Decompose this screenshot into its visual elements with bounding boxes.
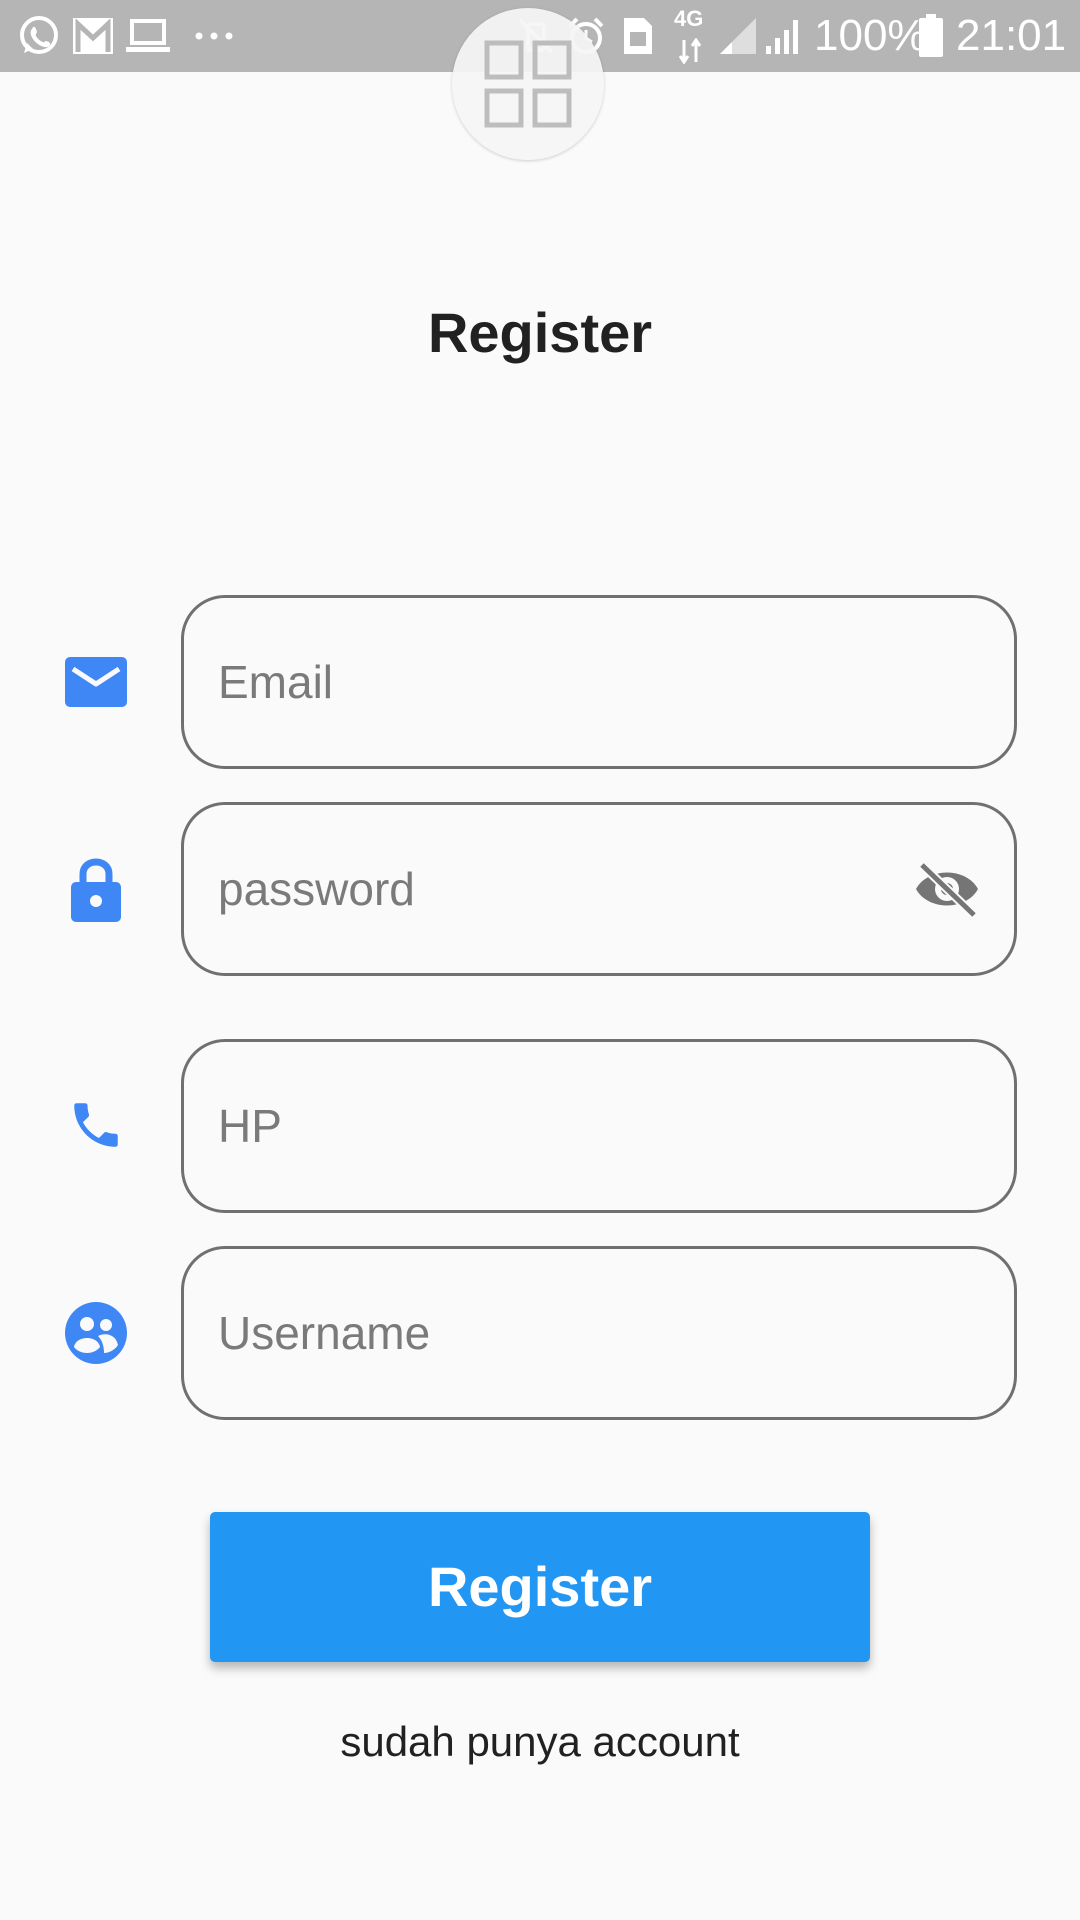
register-button[interactable]: Register — [210, 1512, 870, 1662]
grid-icon — [484, 40, 572, 128]
signal-4g-icon — [678, 36, 702, 66]
battery-percentage: 100% — [814, 11, 927, 60]
username-field[interactable]: Username — [181, 1246, 1017, 1420]
login-link[interactable]: sudah punya account — [0, 1718, 1080, 1766]
visibility-off-icon[interactable] — [914, 861, 980, 917]
more-dots-icon — [194, 12, 234, 60]
signal-sim1-icon — [718, 12, 758, 60]
email-placeholder: Email — [218, 656, 334, 708]
page-title: Register — [427, 301, 653, 364]
username-placeholder: Username — [218, 1307, 431, 1359]
battery-icon — [918, 12, 944, 60]
gmail-icon — [72, 12, 114, 60]
email-icon — [62, 648, 130, 716]
group-icon — [62, 1299, 130, 1367]
password-placeholder: password — [218, 863, 415, 915]
signal-sim2-icon — [764, 12, 804, 60]
phone-field[interactable]: HP — [181, 1039, 1017, 1213]
floating-grid-button[interactable] — [452, 8, 604, 160]
lock-icon — [62, 855, 130, 923]
phone-icon — [62, 1091, 130, 1159]
password-field[interactable]: password — [181, 802, 1017, 976]
email-field[interactable]: Email — [181, 595, 1017, 769]
clock-time: 21:01 — [956, 11, 1067, 60]
laptop-icon — [126, 12, 170, 60]
sim-icon — [622, 12, 654, 60]
phone-placeholder: HP — [218, 1100, 282, 1152]
whatsapp-icon — [18, 12, 60, 60]
